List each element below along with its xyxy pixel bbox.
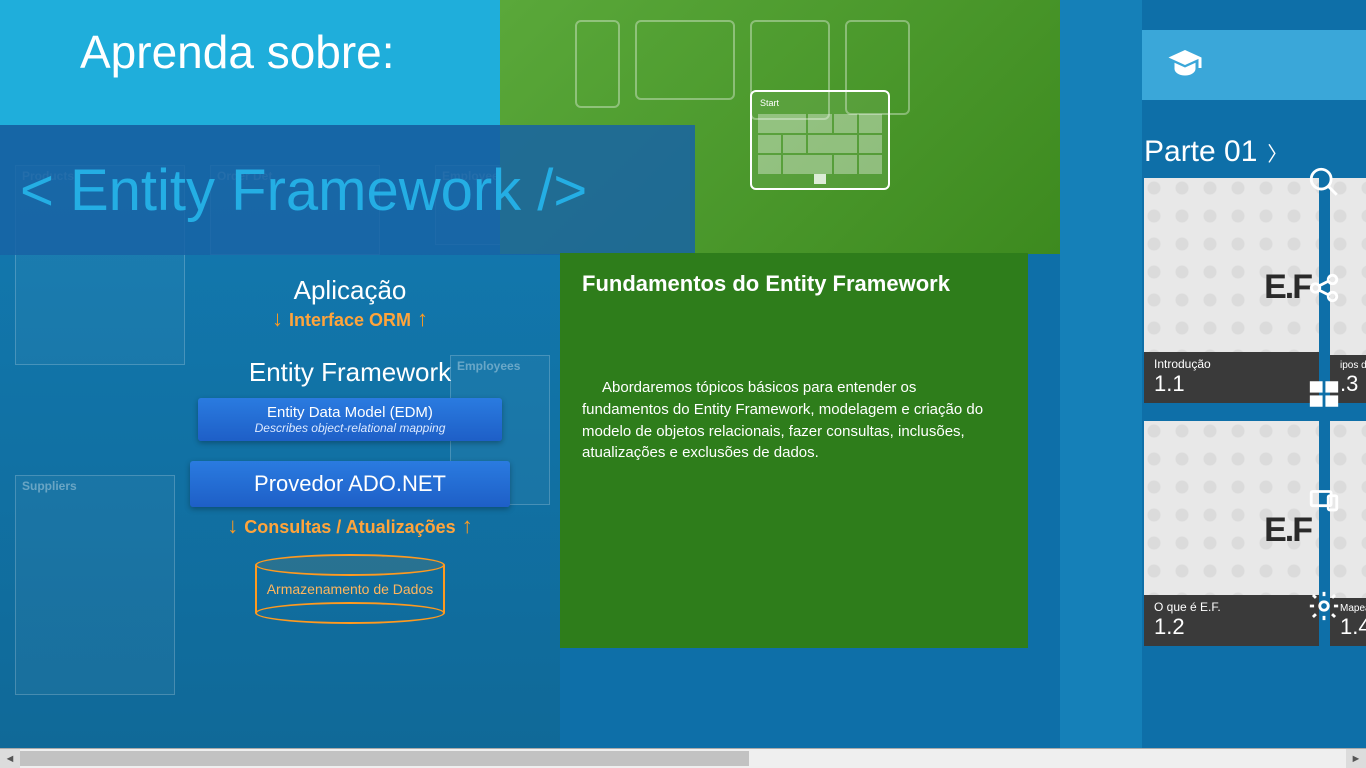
scroll-left-button[interactable]: ◄: [0, 749, 20, 768]
search-charm[interactable]: [1302, 160, 1346, 204]
windows-icon: [1307, 377, 1341, 411]
section-gap: [1060, 0, 1142, 748]
ghost-table: Suppliers: [15, 475, 175, 695]
course-description: Abordaremos tópicos básicos para entende…: [582, 377, 1006, 464]
graduation-cap-icon: [1167, 47, 1203, 83]
lesson-title: O que é E.F.: [1154, 600, 1309, 614]
horizontal-scrollbar[interactable]: ◄ ►: [0, 748, 1366, 768]
course-title-overlay: < Entity Framework />: [0, 125, 695, 255]
scroll-track[interactable]: [20, 749, 1346, 768]
share-charm[interactable]: [1302, 266, 1346, 310]
architecture-diagram: Aplicação ↓Interface ORM↑ Entity Framewo…: [175, 275, 525, 624]
layer-ado: Provedor ADO.NET: [190, 461, 510, 507]
page-header: Aprenda sobre:: [0, 0, 500, 125]
start-charm[interactable]: [1302, 372, 1346, 416]
course-title: < Entity Framework />: [20, 157, 587, 224]
lesson-number: 1.1: [1154, 371, 1185, 396]
settings-charm[interactable]: [1302, 584, 1346, 628]
chevron-right-icon: 〉: [1267, 138, 1287, 167]
storage-cylinder: Armazenamento de Dados: [255, 554, 445, 624]
layer-ef-box: Entity Framework Entity Data Model (EDM)…: [190, 345, 510, 455]
layer-ef: Entity Framework: [198, 357, 502, 388]
devices-charm[interactable]: [1302, 478, 1346, 522]
course-description-card: Fundamentos do Entity Framework Abordare…: [560, 253, 1028, 648]
edm-box: Entity Data Model (EDM) Describes object…: [198, 398, 502, 441]
devices-icon: [1307, 483, 1341, 517]
course-subtitle: Fundamentos do Entity Framework: [582, 271, 1006, 297]
share-icon: [1307, 271, 1341, 305]
scroll-thumb[interactable]: [20, 751, 749, 766]
lesson-tile-1-2[interactable]: E.F O que é E.F. 1.2: [1144, 421, 1319, 646]
section-header-icon: [1142, 30, 1366, 100]
section-title[interactable]: Parte 01 〉: [1144, 135, 1287, 169]
search-icon: [1307, 165, 1341, 199]
layer-queries: Consultas / Atualizações: [244, 517, 455, 538]
lesson-title: Introdução: [1154, 357, 1309, 371]
start-label: Start: [760, 98, 779, 108]
layer-orm: Interface ORM: [289, 310, 411, 331]
charms-bar: [1302, 160, 1346, 628]
gear-icon: [1307, 589, 1341, 623]
scroll-right-button[interactable]: ►: [1346, 749, 1366, 768]
lesson-number: 1.2: [1154, 614, 1185, 639]
lesson-tile-1-1[interactable]: E.F Introdução 1.1: [1144, 178, 1319, 403]
page-title: Aprenda sobre:: [80, 25, 395, 79]
layer-app: Aplicação: [175, 275, 525, 306]
